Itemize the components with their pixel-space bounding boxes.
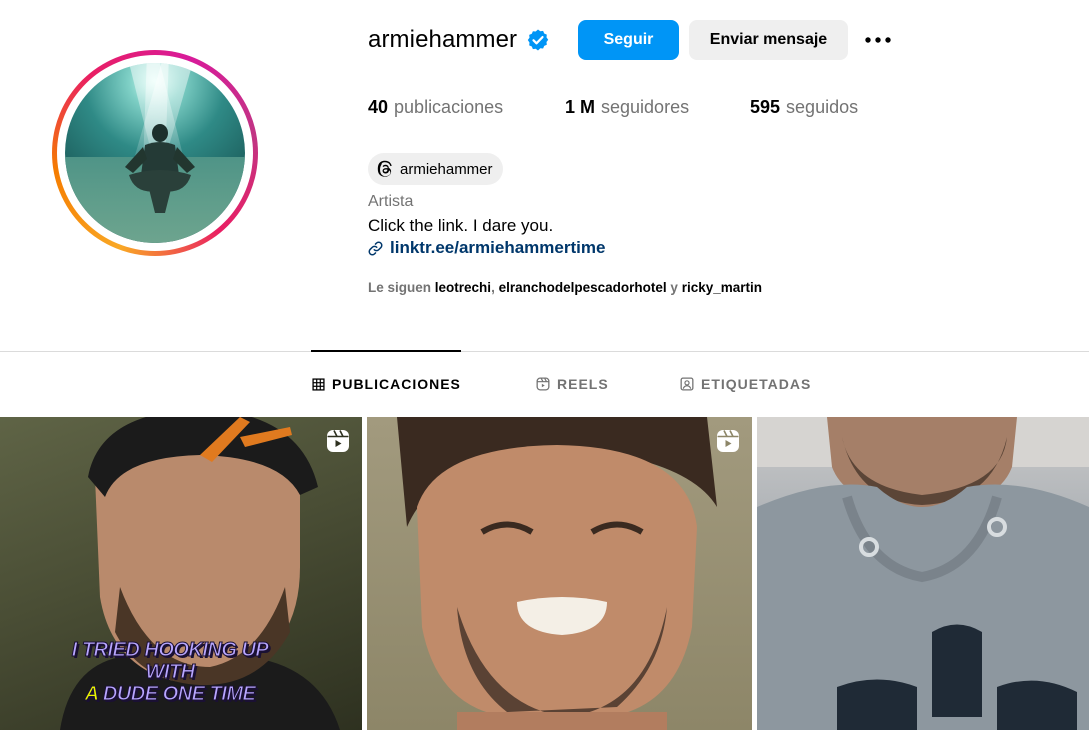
link-icon (368, 241, 383, 255)
grid-icon (312, 377, 325, 391)
tabs-divider (0, 351, 1089, 352)
avatar-ring-gap (57, 55, 253, 251)
active-tab-indicator (311, 350, 461, 352)
username: armiehammer (368, 26, 518, 53)
avatar-image (65, 63, 245, 243)
stat-posts: 40 publicaciones (368, 97, 504, 117)
follower-account: leotrechi (434, 280, 492, 295)
profile-category: Artista (368, 193, 414, 210)
reel-badge-icon (717, 430, 739, 452)
profile-external-link[interactable]: linktr.ee/armiehammertime (368, 238, 605, 258)
post-tile[interactable]: I TRIED HOOKING UP WITH A DUDE ONE TIME (0, 417, 362, 730)
post-caption-overlay: I TRIED HOOKING UP WITH A DUDE ONE TIME (71, 639, 269, 706)
more-dots-icon (865, 37, 891, 43)
post-tile[interactable] (367, 417, 752, 730)
follower-account: elranchodelpescadorhotel (498, 280, 667, 295)
tab-reels[interactable]: REELS (536, 374, 609, 394)
reels-icon (536, 377, 550, 391)
profile-bio: Click the link. I dare you. (368, 216, 554, 235)
verified-badge-icon (526, 28, 550, 52)
send-message-button[interactable]: Enviar mensaje (689, 20, 848, 60)
stat-followers[interactable]: 1 Mseguidores (565, 97, 750, 118)
username-row: armiehammer (368, 20, 550, 60)
tab-posts[interactable]: PUBLICACIONES (312, 374, 461, 394)
post-thumbnail-3 (757, 417, 1089, 730)
reel-badge-icon (327, 430, 349, 452)
threads-icon (377, 160, 392, 177)
tab-tagged[interactable]: ETIQUETADAS (680, 374, 811, 394)
profile-stats: 40 publicaciones 1 Mseguidores 595 seguido… (368, 97, 858, 118)
follower-account: ricky_martin (681, 280, 762, 295)
threads-profile-link[interactable]: armiehammer (368, 153, 503, 185)
more-options-button[interactable] (858, 24, 898, 56)
follow-button[interactable]: Seguir (578, 20, 679, 60)
profile-link-text: linktr.ee/armiehammertime (390, 238, 606, 257)
post-tile[interactable] (757, 417, 1089, 730)
tagged-icon (680, 377, 694, 391)
stat-following[interactable]: 595 seguidos (750, 97, 858, 118)
threads-handle: armiehammer (400, 160, 493, 178)
profile-avatar[interactable] (52, 50, 258, 256)
followed-by[interactable]: Le siguen leotrechi, elranchodelpescador… (368, 280, 762, 295)
post-thumbnail-2 (397, 417, 717, 730)
instagram-profile-page: armiehammer Seguir Enviar mensaje 40 publ… (0, 0, 1089, 730)
